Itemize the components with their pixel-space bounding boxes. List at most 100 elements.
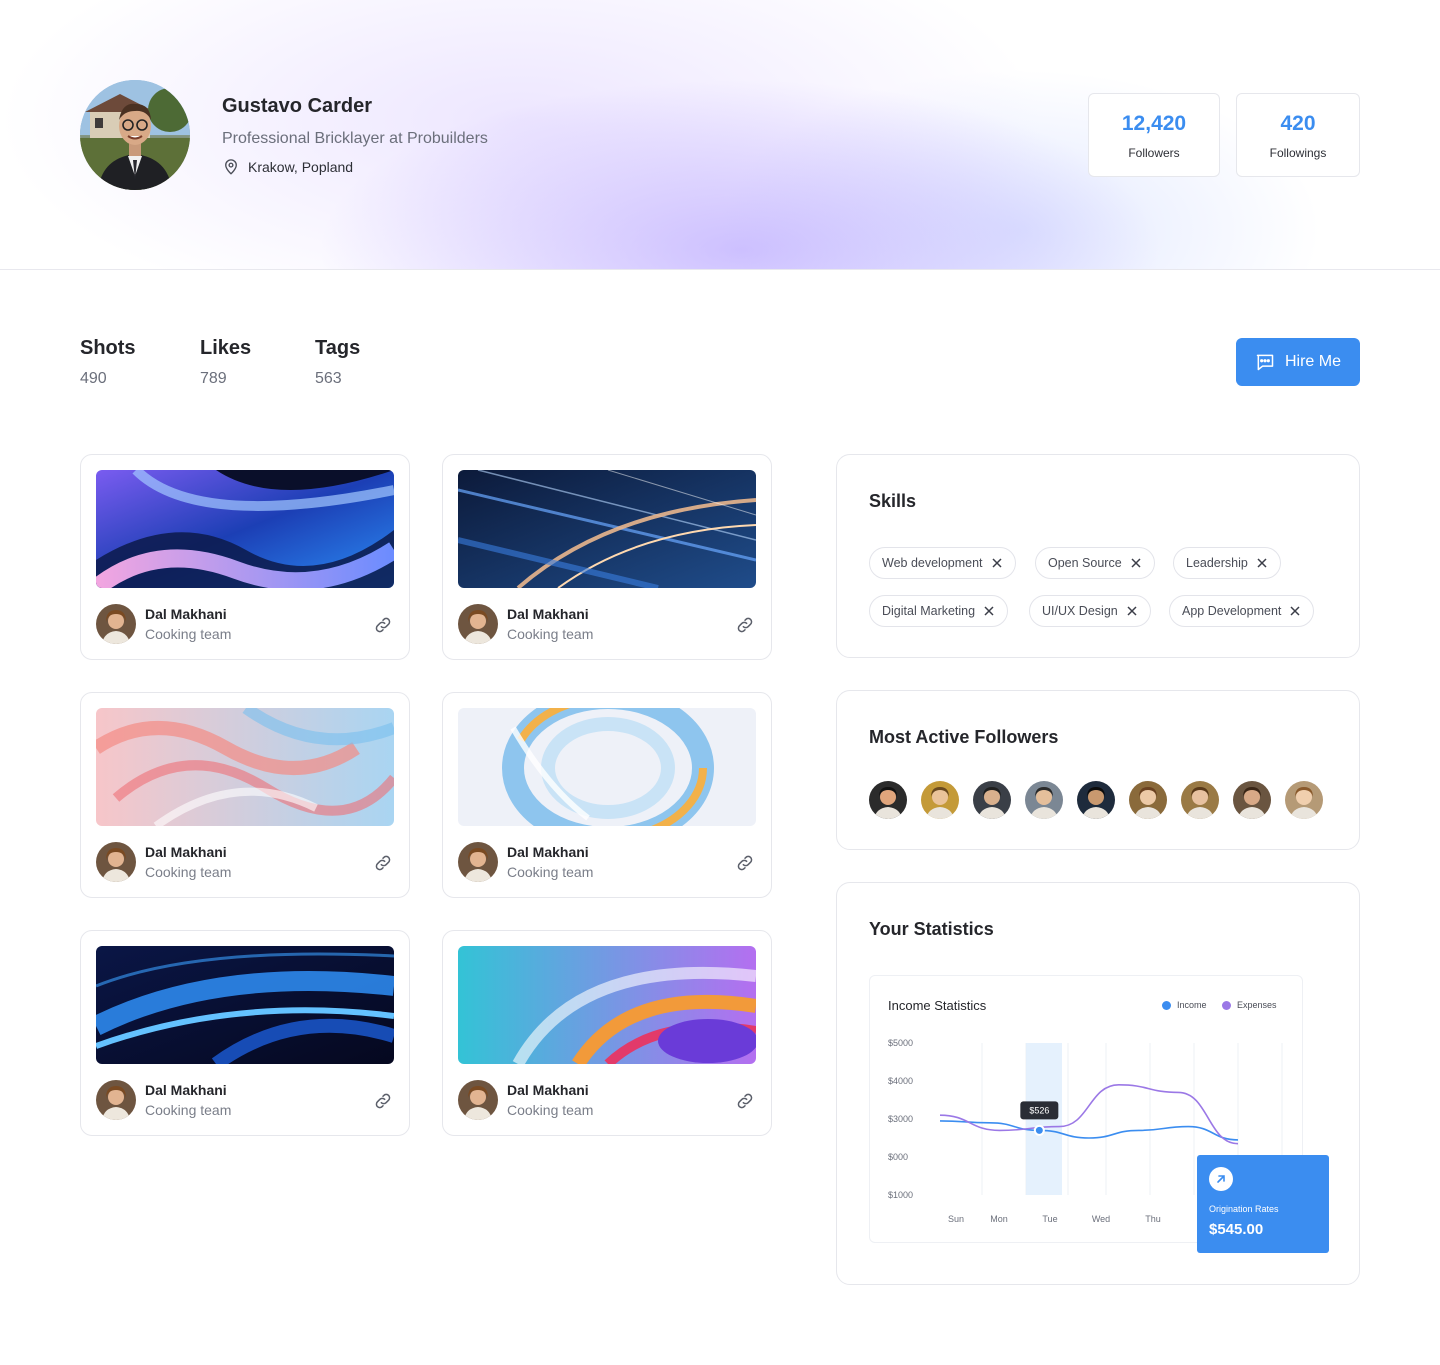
income-line	[939, 1120, 1239, 1141]
author-team: Cooking team	[145, 1102, 232, 1118]
follower-avatar[interactable]	[1077, 781, 1115, 819]
author-avatar	[96, 842, 136, 882]
shot-card[interactable]: Dal Makhani Cooking team	[80, 454, 410, 660]
counter-label: Tags	[315, 337, 361, 359]
legend-dot	[1162, 1000, 1171, 1010]
counter-likes[interactable]: Likes 789	[200, 337, 251, 388]
link-icon[interactable]	[373, 853, 393, 873]
shot-card[interactable]: Dal Makhani Cooking team	[80, 692, 410, 898]
profile-title: Professional Bricklayer at Probuilders	[222, 130, 488, 147]
origination-card[interactable]: Origination Rates $545.00	[1197, 1155, 1329, 1253]
close-icon[interactable]	[991, 557, 1003, 569]
skill-chip[interactable]: App Development	[1169, 595, 1315, 627]
y-tick-label: $1000	[888, 1190, 913, 1200]
y-tick-label: $4000	[888, 1076, 913, 1086]
y-tick-label: $5000	[888, 1038, 913, 1048]
link-icon[interactable]	[735, 615, 755, 635]
follower-avatar[interactable]	[1025, 781, 1063, 819]
skill-chip[interactable]: Open Source	[1035, 547, 1155, 579]
author-avatar	[458, 604, 498, 644]
followers-title: Most Active Followers	[869, 727, 1059, 747]
follower-avatar[interactable]	[921, 781, 959, 819]
skill-label: Web development	[882, 556, 983, 570]
link-icon[interactable]	[735, 853, 755, 873]
shot-image[interactable]	[96, 946, 394, 1064]
close-icon[interactable]	[1130, 557, 1142, 569]
follower-avatar[interactable]	[1129, 781, 1167, 819]
counter-label: Shots	[80, 337, 136, 359]
followings-count: 420	[1280, 112, 1316, 135]
follower-avatar[interactable]	[869, 781, 907, 819]
y-tick-label: $000	[888, 1152, 908, 1162]
skill-chip[interactable]: Digital Marketing	[869, 595, 1009, 627]
followers-panel: Most Active Followers	[836, 690, 1360, 850]
followers-count: 12,420	[1121, 112, 1187, 135]
author-name: Dal Makhani	[145, 606, 227, 622]
follower-avatar[interactable]	[1233, 781, 1271, 819]
legend-income: Income	[1162, 1000, 1207, 1010]
legend-expenses: Expenses	[1222, 1000, 1277, 1010]
counter-value: 789	[200, 370, 227, 387]
x-tick-label: Mon	[990, 1214, 1008, 1224]
statistics-panel: Your Statistics $5000 $4000 $3000 $000 $1000…	[836, 882, 1360, 1285]
counter-value: 563	[315, 370, 342, 387]
skill-label: App Development	[1182, 604, 1282, 618]
close-icon[interactable]	[983, 605, 995, 617]
y-tick-label: $3000	[888, 1114, 913, 1124]
counter-shots[interactable]: Shots 490	[80, 337, 136, 388]
shot-card[interactable]: Dal Makhani Cooking team	[442, 692, 772, 898]
skills-panel: Skills Web development Open Source Leade…	[836, 454, 1360, 658]
author-avatar	[96, 604, 136, 644]
shot-image[interactable]	[458, 946, 756, 1064]
expenses-line	[939, 1083, 1239, 1145]
skills-title: Skills	[869, 491, 917, 511]
highlight-point[interactable]	[1033, 1124, 1045, 1136]
close-icon[interactable]	[1289, 605, 1301, 617]
link-icon[interactable]	[373, 615, 393, 635]
skill-chip[interactable]: Leadership	[1173, 547, 1281, 579]
statistics-title: Your Statistics	[869, 919, 994, 939]
location-pin-icon	[225, 159, 237, 175]
link-icon[interactable]	[373, 1091, 393, 1111]
link-icon[interactable]	[735, 1091, 755, 1111]
followings-stat[interactable]: 420 Followings	[1236, 93, 1360, 177]
author-name: Dal Makhani	[507, 1082, 589, 1098]
close-icon[interactable]	[1126, 605, 1138, 617]
author-team: Cooking team	[507, 864, 594, 880]
follower-avatar[interactable]	[1181, 781, 1219, 819]
author-avatar	[458, 1080, 498, 1120]
followers-label: Followers	[1128, 146, 1180, 160]
author-name: Dal Makhani	[145, 1082, 227, 1098]
counter-tags[interactable]: Tags 563	[315, 337, 360, 388]
shot-image[interactable]	[458, 470, 756, 588]
counter-value: 490	[80, 370, 107, 387]
author-name: Dal Makhani	[145, 844, 227, 860]
x-tick-label: Thu	[1145, 1214, 1161, 1224]
shot-card[interactable]: Dal Makhani Cooking team	[442, 454, 772, 660]
x-tick-label: Tue	[1042, 1214, 1057, 1224]
counter-label: Likes	[200, 337, 252, 359]
hire-me-label: Hire Me	[1284, 353, 1341, 370]
location-text: Krakow, Popland	[248, 159, 354, 175]
shot-card[interactable]: Dal Makhani Cooking team	[442, 930, 772, 1136]
shot-image[interactable]	[458, 708, 756, 826]
profile-header: Gustavo Carder Professional Bricklayer a…	[0, 0, 1440, 270]
followers-stat[interactable]: 12,420 Followers	[1088, 93, 1220, 177]
profile-avatar	[80, 80, 190, 190]
author-avatar	[96, 1080, 136, 1120]
close-icon[interactable]	[1256, 557, 1268, 569]
skill-chip[interactable]: UI/UX Design	[1029, 595, 1151, 627]
follower-avatar[interactable]	[1285, 781, 1323, 819]
shot-card[interactable]: Dal Makhani Cooking team	[80, 930, 410, 1136]
author-team: Cooking team	[507, 1102, 594, 1118]
author-team: Cooking team	[145, 864, 232, 880]
follower-avatar[interactable]	[973, 781, 1011, 819]
hire-me-button[interactable]: Hire Me	[1236, 338, 1360, 386]
followings-label: Followings	[1269, 146, 1327, 160]
skill-label: Digital Marketing	[882, 604, 976, 618]
origination-value: $545.00	[1209, 1221, 1264, 1238]
skill-chip[interactable]: Web development	[869, 547, 1016, 579]
shot-image[interactable]	[96, 470, 394, 588]
shot-image[interactable]	[96, 708, 394, 826]
chat-icon	[1256, 354, 1274, 371]
